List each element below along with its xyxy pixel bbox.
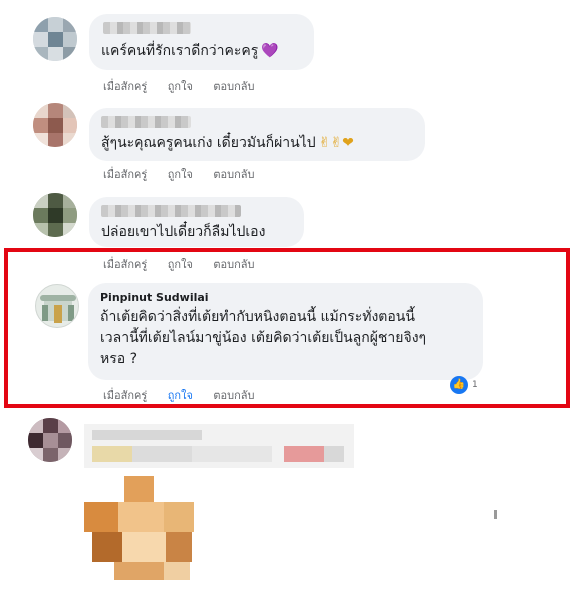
victory-hands-red-heart-icon: ✌✌❤ bbox=[318, 135, 354, 151]
commenter-name-blurred[interactable] bbox=[103, 22, 191, 34]
blurred-comment-bubble bbox=[84, 424, 354, 468]
red-highlight-box bbox=[4, 248, 570, 408]
avatar[interactable] bbox=[33, 17, 77, 61]
avatar[interactable] bbox=[33, 193, 77, 237]
scroll-indicator bbox=[494, 510, 497, 519]
reply-link[interactable]: ตอบกลับ bbox=[213, 80, 254, 93]
reply-link[interactable]: ตอบกลับ bbox=[213, 168, 254, 181]
timestamp[interactable]: เมื่อสักครู่ bbox=[103, 80, 147, 93]
avatar[interactable] bbox=[33, 103, 77, 147]
comment-text: สู้ๆนะคุณครูคนเก่ง เดี๋ยวมันก็ผ่านไป ✌✌❤ bbox=[101, 133, 354, 154]
comment-actions: เมื่อสักครู่ ถูกใจ ตอบกลับ bbox=[103, 77, 272, 95]
purple-heart-icon: 💜 bbox=[261, 43, 279, 59]
comment-text: แคร์คนที่รักเราดีกว่าคะครู 💜 bbox=[101, 41, 279, 62]
commenter-name-blurred[interactable] bbox=[101, 116, 191, 128]
comment-text-content: สู้ๆนะคุณครูคนเก่ง เดี๋ยวมันก็ผ่านไป bbox=[101, 135, 316, 151]
like-link[interactable]: ถูกใจ bbox=[168, 80, 193, 93]
comment-text: ปล่อยเขาไปเดี๋ยวก็ลืมไปเอง bbox=[101, 222, 265, 243]
blurred-sticker-image bbox=[84, 476, 204, 588]
comment-text-content: ปล่อยเขาไปเดี๋ยวก็ลืมไปเอง bbox=[101, 224, 266, 240]
comment-text-content: แคร์คนที่รักเราดีกว่าคะครู bbox=[101, 43, 259, 59]
timestamp[interactable]: เมื่อสักครู่ bbox=[103, 168, 147, 181]
like-link[interactable]: ถูกใจ bbox=[168, 168, 193, 181]
avatar[interactable] bbox=[28, 418, 72, 462]
comment-actions: เมื่อสักครู่ ถูกใจ ตอบกลับ bbox=[103, 165, 272, 183]
commenter-name-blurred[interactable] bbox=[101, 205, 241, 217]
